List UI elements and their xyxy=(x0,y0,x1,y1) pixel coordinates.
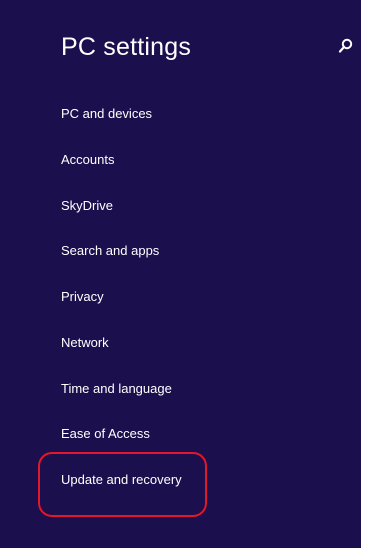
nav-item-search-and-apps[interactable]: Search and apps xyxy=(61,243,159,259)
nav-item-accounts[interactable]: Accounts xyxy=(61,152,114,168)
nav-item-time-and-language[interactable]: Time and language xyxy=(61,381,172,397)
nav-item-network[interactable]: Network xyxy=(61,335,109,351)
nav-item-pc-and-devices[interactable]: PC and devices xyxy=(61,106,152,122)
nav-item-update-and-recovery[interactable]: Update and recovery xyxy=(61,472,182,488)
nav-item-ease-of-access[interactable]: Ease of Access xyxy=(61,426,150,442)
pc-settings-pane: PC settings PC and devices Accounts SkyD… xyxy=(0,0,361,548)
nav-item-privacy[interactable]: Privacy xyxy=(61,289,104,305)
nav-item-skydrive[interactable]: SkyDrive xyxy=(61,198,113,214)
search-icon xyxy=(338,38,353,53)
page-title: PC settings xyxy=(61,33,192,61)
search-button[interactable] xyxy=(336,36,356,56)
